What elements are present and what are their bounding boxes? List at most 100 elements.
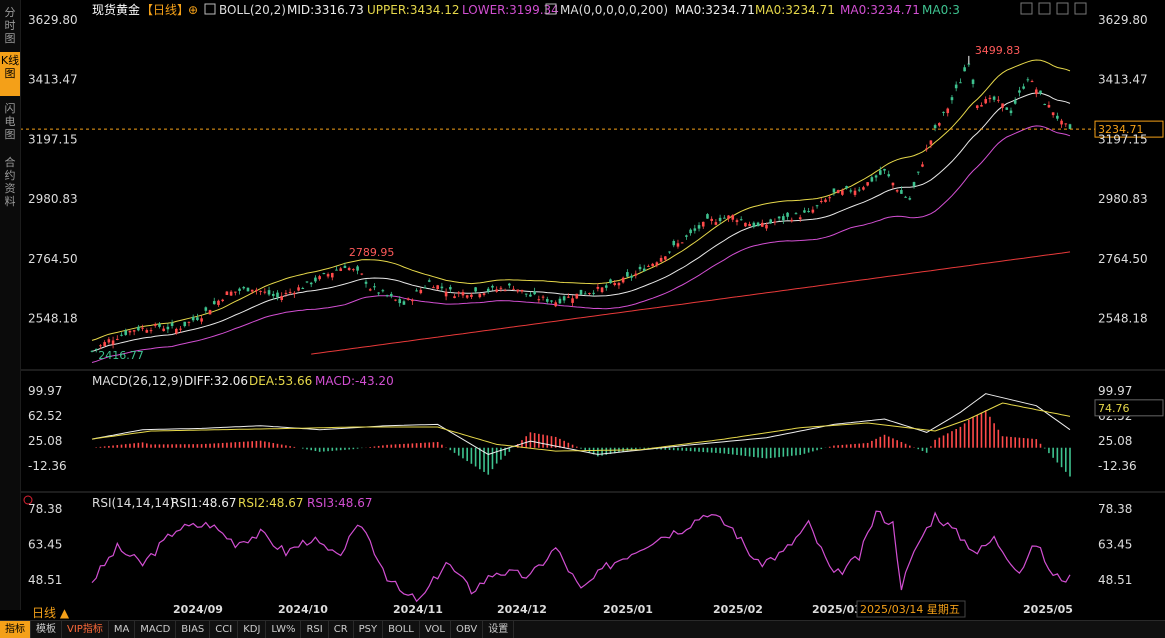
candle-body: [824, 199, 827, 202]
candle-body: [449, 287, 452, 290]
candle-body: [900, 190, 903, 194]
candle-body: [166, 326, 170, 330]
chart-canvas[interactable]: 现货黄金 【日线】 ⊕ BOLL(20,2) MID:3316.73 UPPER…: [0, 0, 1165, 620]
candle-body: [642, 268, 646, 272]
minus-icon[interactable]: [1056, 2, 1069, 15]
candle-body: [115, 338, 119, 340]
candle-body: [415, 290, 418, 292]
candle-body: [815, 205, 819, 207]
candle-body: [280, 296, 283, 301]
sidebar-tab-2[interactable]: 闪电图: [0, 100, 20, 144]
toolbar-item-12[interactable]: BOLL: [383, 621, 420, 638]
candle-body: [836, 190, 840, 194]
macd-panel[interactable]: 99.9799.9762.5262.5225.0825.08-12.36-12.…: [28, 384, 1164, 477]
instrument-title: 现货黄金: [92, 2, 140, 17]
macd-tick-left: -12.36: [28, 459, 67, 473]
candle-body: [406, 298, 410, 300]
toolbar-item-2[interactable]: VIP指标: [62, 621, 109, 638]
candle-body: [676, 243, 680, 247]
price-tick-right: 2548.18: [1098, 312, 1148, 326]
candle-body: [524, 293, 528, 295]
grid-icon[interactable]: [1038, 2, 1051, 15]
candle-body: [1005, 107, 1009, 110]
candle-body: [120, 334, 123, 336]
toolbar-item-3[interactable]: MA: [109, 621, 136, 638]
candle-body: [263, 291, 267, 293]
toolbar-item-4[interactable]: MACD: [135, 621, 177, 638]
candle-body: [617, 282, 621, 286]
toolbar-item-13[interactable]: VOL: [420, 621, 451, 638]
candle-body: [255, 289, 258, 291]
candle-body: [550, 300, 553, 302]
sidebar-tab-0[interactable]: 分时图: [0, 4, 20, 45]
candle-body: [579, 289, 583, 295]
sidebar-tab-3[interactable]: 合约资料: [0, 154, 20, 212]
candle-body: [723, 217, 726, 219]
candle-body: [356, 266, 359, 271]
rsi-line: [91, 510, 1071, 603]
candle-body: [204, 307, 208, 311]
rsi1: RSI1:48.67: [171, 496, 237, 510]
toolbar-item-6[interactable]: CCI: [210, 621, 239, 638]
high-annotation: 3499.83: [975, 44, 1021, 57]
boll-toggle-icon[interactable]: [204, 3, 216, 15]
candle-body: [339, 268, 343, 271]
candle-body: [706, 214, 709, 219]
price-panel[interactable]: 3234.713629.80 3629.803413.47 3413.473197.…: [20, 13, 1164, 363]
plus-icon[interactable]: [1074, 2, 1087, 15]
candle-body: [891, 182, 895, 186]
candle-body: [187, 321, 191, 323]
candle-body: [904, 196, 907, 198]
candle-body: [94, 348, 98, 350]
candle-body: [196, 317, 199, 321]
toolbar-item-11[interactable]: PSY: [354, 621, 384, 638]
candle-body: [668, 251, 671, 253]
toolbar-item-0[interactable]: 指标: [0, 621, 31, 638]
toolbar-item-15[interactable]: 设置: [483, 621, 515, 638]
candle-body: [1009, 110, 1013, 114]
toolbar-item-7[interactable]: KDJ: [238, 621, 267, 638]
candle-body: [862, 187, 865, 190]
candle-body: [1034, 89, 1038, 95]
x-tick-label: 2024/11: [393, 603, 443, 616]
candle-body: [664, 256, 667, 260]
candle-body: [103, 342, 106, 347]
candle-body: [685, 235, 688, 237]
price-tick-right: 2764.50: [1098, 252, 1148, 266]
toolbar-item-10[interactable]: CR: [329, 621, 354, 638]
toolbar-item-8[interactable]: LW%: [266, 621, 302, 638]
candle-body: [769, 219, 772, 224]
add-indicator-icon[interactable]: ⊕: [188, 3, 198, 17]
candle-body: [790, 219, 794, 222]
sidebar-tab-1[interactable]: K线图: [0, 52, 20, 96]
toolbar-item-9[interactable]: RSI: [301, 621, 329, 638]
candle-body: [803, 210, 806, 213]
candle-body: [225, 291, 229, 295]
rsi-tick-left: 48.51: [28, 573, 62, 587]
candle-body: [672, 240, 676, 246]
candle-body: [895, 190, 899, 192]
candle-body: [1051, 112, 1055, 116]
candle-body: [988, 97, 992, 100]
toolbar-item-1[interactable]: 模板: [31, 621, 62, 638]
candle-body: [984, 99, 987, 104]
low-annotation: 2416.77: [98, 349, 144, 362]
rsi2: RSI2:48.67: [238, 496, 304, 510]
candle-body: [158, 323, 161, 327]
candle-body: [714, 222, 718, 225]
candle-body: [343, 265, 347, 268]
candle-body: [453, 296, 456, 299]
candle-body: [309, 282, 313, 285]
candle-body: [626, 272, 629, 277]
view-sidebar: 分时图 K线图闪电图合约资料: [0, 0, 21, 610]
candle-body: [811, 209, 815, 213]
rsi-panel[interactable]: 78.38 78.38 63.45 63.45 48.51 48.51: [28, 502, 1132, 603]
period-selector[interactable]: 日线 ▲: [32, 604, 69, 621]
toolbar-item-14[interactable]: OBV: [451, 621, 484, 638]
candle-body: [710, 218, 713, 221]
candle-body: [613, 283, 617, 286]
macd-diff: DIFF:32.06: [184, 374, 248, 388]
toolbar-item-5[interactable]: BIAS: [176, 621, 211, 638]
candle-body: [874, 175, 878, 178]
settings-icon[interactable]: [1020, 2, 1033, 15]
